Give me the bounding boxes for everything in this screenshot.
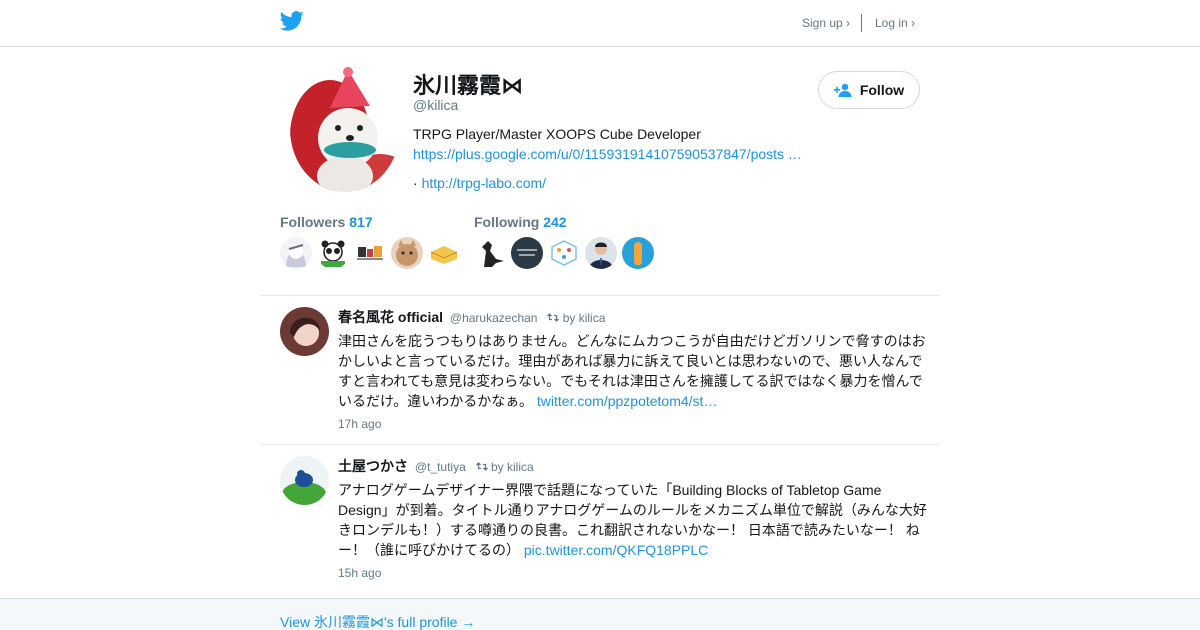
tweet-link[interactable]: twitter.com/ppzpotetom4/st… bbox=[537, 393, 718, 409]
tweet-header: 春名風花 official @harukazechan by kilica bbox=[338, 307, 605, 327]
following-avatar[interactable] bbox=[548, 237, 580, 269]
following-count: 242 bbox=[543, 214, 567, 230]
profile-handle: @kilica bbox=[413, 97, 459, 113]
following-label: Following bbox=[474, 214, 540, 230]
follow-label: Follow bbox=[859, 82, 905, 98]
follower-avatar[interactable] bbox=[428, 237, 460, 269]
profile-website: · http://trpg-labo.com/ bbox=[413, 175, 546, 191]
tweet-author-name[interactable]: 土屋つかさ bbox=[338, 458, 408, 474]
profile-avatar[interactable] bbox=[290, 66, 400, 192]
following-avatar[interactable] bbox=[474, 237, 506, 269]
profile-bio-link[interactable]: https://plus.google.com/u/0/115931914107… bbox=[413, 146, 802, 162]
retweet-by: by kilica bbox=[562, 311, 606, 325]
follower-avatar[interactable] bbox=[317, 237, 349, 269]
retweet-icon bbox=[475, 462, 488, 471]
tweet[interactable]: 春名風花 official @harukazechan by kilica 津田… bbox=[280, 307, 930, 435]
website-prefix: · bbox=[413, 175, 422, 191]
following-avatar[interactable] bbox=[585, 237, 617, 269]
following-avatars bbox=[474, 237, 654, 269]
retweet-by: by kilica bbox=[491, 460, 534, 474]
retweet-indicator: by kilica bbox=[547, 311, 605, 325]
tweet-avatar[interactable] bbox=[280, 307, 329, 356]
top-bar: Sign up › Log in › bbox=[0, 0, 1200, 47]
tweet-timestamp[interactable]: 17h ago bbox=[338, 417, 381, 431]
twitter-bird-icon[interactable] bbox=[280, 11, 304, 31]
follow-person-icon bbox=[833, 83, 852, 97]
full-profile-link[interactable]: View 氷川霧霞⋈'s full profile → bbox=[280, 612, 475, 630]
retweet-indicator: by kilica bbox=[475, 460, 534, 474]
header-divider bbox=[861, 14, 862, 32]
tweet-text: 津田さんを庇うつもりはありません。どんなにムカつこうが自由だけどガソリンで脅すの… bbox=[338, 331, 930, 411]
website-link[interactable]: http://trpg-labo.com/ bbox=[422, 175, 547, 191]
tweet-avatar[interactable] bbox=[280, 456, 329, 505]
tweet[interactable]: 土屋つかさ @t_tutiya by kilica アナログゲームデザイナー界隈… bbox=[280, 456, 930, 584]
tweet-author-handle[interactable]: @t_tutiya bbox=[415, 460, 466, 474]
tweet-divider bbox=[260, 444, 940, 445]
retweet-icon bbox=[547, 313, 560, 322]
login-link[interactable]: Log in › bbox=[875, 16, 915, 30]
profile-bio: TRPG Player/Master XOOPS Cube Developer bbox=[413, 126, 701, 142]
tweet-text: アナログゲームデザイナー界隈で話題になっていた「Building Blocks … bbox=[338, 480, 930, 560]
followers-count: 817 bbox=[349, 214, 373, 230]
signup-link[interactable]: Sign up › bbox=[802, 16, 850, 30]
footer-bar: View 氷川霧霞⋈'s full profile → bbox=[0, 598, 1200, 630]
follow-button[interactable]: Follow bbox=[818, 71, 920, 109]
profile-name: 氷川霧霞⋈ bbox=[413, 73, 524, 98]
section-divider bbox=[260, 295, 940, 296]
followers-stat[interactable]: Followers 817 bbox=[280, 214, 373, 230]
tweet-author-handle[interactable]: @harukazechan bbox=[450, 311, 538, 325]
following-stat[interactable]: Following 242 bbox=[474, 214, 567, 230]
tweet-link[interactable]: pic.twitter.com/QKFQ18PPLC bbox=[524, 542, 708, 558]
follower-avatar[interactable] bbox=[280, 237, 312, 269]
follower-avatar[interactable] bbox=[354, 237, 386, 269]
followers-label: Followers bbox=[280, 214, 346, 230]
followers-avatars bbox=[280, 237, 460, 269]
following-avatar[interactable] bbox=[511, 237, 543, 269]
following-avatar[interactable] bbox=[622, 237, 654, 269]
tweet-author-name[interactable]: 春名風花 official bbox=[338, 309, 443, 325]
tweet-header: 土屋つかさ @t_tutiya by kilica bbox=[338, 456, 534, 476]
tweet-timestamp[interactable]: 15h ago bbox=[338, 566, 381, 580]
follower-avatar[interactable] bbox=[391, 237, 423, 269]
